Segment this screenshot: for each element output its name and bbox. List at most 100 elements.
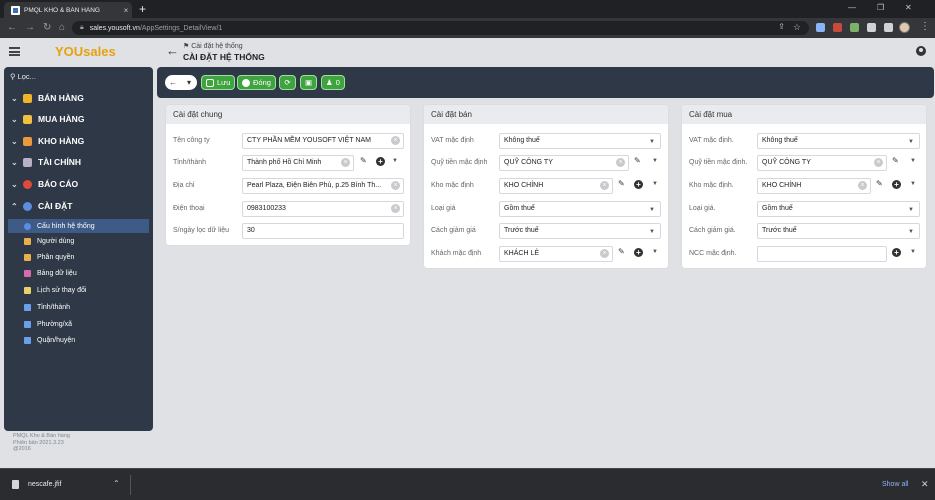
- sales-warehouse-row: Kho mặc định KHO CHÍNH × ✎ + ▼: [424, 178, 668, 194]
- search-input[interactable]: Lọc...: [18, 72, 36, 81]
- add-icon[interactable]: +: [376, 157, 385, 166]
- edit-icon[interactable]: ✎: [618, 247, 625, 256]
- hamburger-icon[interactable]: [9, 47, 20, 56]
- forward-icon[interactable]: →: [25, 21, 35, 35]
- edit-icon[interactable]: ✎: [618, 179, 625, 188]
- address-field[interactable]: Pearl Plaza, Điện Biên Phủ, p.25 Bình Th…: [242, 178, 404, 194]
- new-tab-button[interactable]: +: [139, 2, 146, 16]
- province-field[interactable]: Thành phố Hồ Chí Minh ×: [242, 155, 354, 171]
- days-field[interactable]: 30: [242, 223, 404, 239]
- purchase-fund-field[interactable]: QUỸ CÔNG TY ×: [757, 155, 887, 171]
- discount-value: Trước thuế: [504, 227, 539, 234]
- phone-field[interactable]: 0983100233 ×: [242, 201, 404, 217]
- notify-button[interactable]: ♟ 0: [321, 75, 345, 90]
- attachment-button[interactable]: ▣: [300, 75, 317, 90]
- browser-tab[interactable]: PMQL KHO & BÁN HÀNG ×: [4, 2, 132, 18]
- purchase-price-select[interactable]: Gồm thuế ▼: [757, 201, 920, 217]
- add-icon[interactable]: +: [892, 180, 901, 189]
- home-icon[interactable]: ⌂: [59, 21, 65, 35]
- clear-icon[interactable]: ×: [600, 249, 609, 258]
- back-arrow-icon[interactable]: ←: [166, 43, 179, 58]
- edit-icon[interactable]: ✎: [876, 179, 883, 188]
- chevron-down-icon[interactable]: ▼: [392, 158, 398, 164]
- sidebar-subitem-lich-su[interactable]: Lịch sử thay đổi: [24, 283, 86, 297]
- sidebar-subitem-bang-du-lieu[interactable]: Bảng dữ liệu: [24, 266, 77, 280]
- purchase-warehouse-field[interactable]: KHO CHÍNH ×: [757, 178, 871, 194]
- chevron-down-icon[interactable]: ▼: [652, 249, 658, 255]
- chevron-down-icon[interactable]: ▼: [910, 249, 916, 255]
- chevron-down-icon[interactable]: ▾: [181, 78, 197, 87]
- location-icon: [24, 303, 31, 311]
- refresh-button[interactable]: ⟳: [279, 75, 296, 90]
- address-bar[interactable]: 🔒︎ sales.yousoft.vn /AppSettings_DetailV…: [72, 21, 809, 35]
- clear-icon[interactable]: ×: [341, 158, 350, 167]
- sidebar-item-ban-hang[interactable]: ⌄ BÁN HÀNG: [11, 91, 84, 105]
- close-button[interactable]: Đóng: [237, 75, 276, 90]
- purchase-vat-select[interactable]: Không thuế ▼: [757, 133, 920, 149]
- sidebar-item-bao-cao[interactable]: ⌄ BÁO CÁO: [11, 177, 78, 191]
- sidebar-subitem-tinh-thanh[interactable]: Tỉnh/thành: [24, 300, 70, 314]
- share-icon[interactable]: ⇪: [778, 22, 785, 31]
- sidebar-item-cai-dat[interactable]: ⌃ CÀI ĐẶT: [11, 199, 72, 213]
- purchase-discount-select[interactable]: Trước thuế ▼: [757, 223, 920, 239]
- sales-vat-select[interactable]: Không thuế ▼: [499, 133, 661, 149]
- download-item[interactable]: nescafe.jfif: [12, 480, 61, 489]
- record-nav[interactable]: ← ▾: [165, 75, 197, 90]
- puzzle-icon[interactable]: [867, 23, 876, 32]
- sales-warehouse-field[interactable]: KHO CHÍNH ×: [499, 178, 613, 194]
- sidebar-search[interactable]: ⚲ Lọc...: [10, 72, 36, 81]
- sidebar-subitem-quan-huyen[interactable]: Quận/huyện: [24, 333, 75, 347]
- clear-icon[interactable]: ×: [616, 158, 625, 167]
- edit-icon[interactable]: ✎: [892, 156, 899, 165]
- profile-avatar[interactable]: [899, 22, 910, 33]
- show-all-link[interactable]: Show all: [882, 481, 908, 488]
- favicon-icon: [11, 5, 20, 15]
- sidepanel-icon[interactable]: [884, 23, 893, 32]
- company-field[interactable]: CTY PHẦN MỀM YOUSOFT VIỆT NAM ×: [242, 133, 404, 149]
- add-icon[interactable]: +: [634, 248, 643, 257]
- add-icon[interactable]: +: [634, 180, 643, 189]
- add-icon[interactable]: +: [892, 248, 901, 257]
- user-icon[interactable]: [916, 46, 926, 56]
- menu-dots-icon[interactable]: ⋮: [920, 21, 930, 33]
- clear-icon[interactable]: ×: [391, 204, 400, 213]
- extension-icon[interactable]: [833, 23, 842, 32]
- chevron-up-icon[interactable]: ⌃: [113, 479, 120, 488]
- sales-discount-select[interactable]: Trước thuế ▼: [499, 223, 661, 239]
- close-icon[interactable]: ✕: [921, 479, 929, 490]
- chevron-down-icon[interactable]: ▼: [910, 181, 916, 187]
- sidebar-item-tai-chinh[interactable]: ⌄ TÀI CHÍNH: [11, 155, 81, 169]
- clear-icon[interactable]: ×: [391, 181, 400, 190]
- minimize-icon[interactable]: —: [848, 3, 856, 12]
- tab-close-icon[interactable]: ×: [120, 6, 132, 15]
- back-icon[interactable]: ←: [7, 21, 17, 35]
- clear-icon[interactable]: ×: [858, 181, 867, 190]
- extension-icon[interactable]: [816, 23, 825, 32]
- purchase-supplier-field[interactable]: [757, 246, 887, 262]
- restore-icon[interactable]: ❐: [877, 3, 884, 12]
- reload-icon[interactable]: ↻: [43, 21, 51, 35]
- sidebar-item-mua-hang[interactable]: ⌄ MUA HÀNG: [11, 112, 84, 126]
- sidebar-item-kho-hang[interactable]: ⌄ KHO HÀNG: [11, 134, 84, 148]
- clear-icon[interactable]: ×: [600, 181, 609, 190]
- sidebar-subitem-phuong-xa[interactable]: Phường/xã: [24, 317, 72, 331]
- sales-customer-field[interactable]: KHÁCH LẺ ×: [499, 246, 613, 262]
- chevron-down-icon[interactable]: ▼: [910, 158, 916, 164]
- sidebar-item-label: KHO HÀNG: [38, 136, 85, 146]
- prev-record-icon[interactable]: ←: [165, 78, 181, 87]
- edit-icon[interactable]: ✎: [634, 156, 641, 165]
- extension-icon[interactable]: [850, 23, 859, 32]
- sales-price-select[interactable]: Gồm thuế ▼: [499, 201, 661, 217]
- sales-fund-field[interactable]: QUỸ CÔNG TY ×: [499, 155, 629, 171]
- sidebar-subitem-cau-hinh[interactable]: Cấu hình hệ thống: [8, 219, 149, 233]
- save-button[interactable]: Lưu: [201, 75, 236, 90]
- chevron-down-icon[interactable]: ▼: [652, 181, 658, 187]
- clear-icon[interactable]: ×: [391, 136, 400, 145]
- clear-icon[interactable]: ×: [874, 158, 883, 167]
- sidebar-subitem-nguoi-dung[interactable]: Người dùng: [24, 234, 74, 248]
- bookmark-star-icon[interactable]: ☆: [793, 22, 801, 33]
- sidebar-subitem-phan-quyen[interactable]: Phân quyền: [24, 250, 74, 264]
- edit-icon[interactable]: ✎: [360, 156, 367, 165]
- chevron-down-icon[interactable]: ▼: [652, 158, 658, 164]
- close-window-icon[interactable]: ✕: [905, 3, 912, 12]
